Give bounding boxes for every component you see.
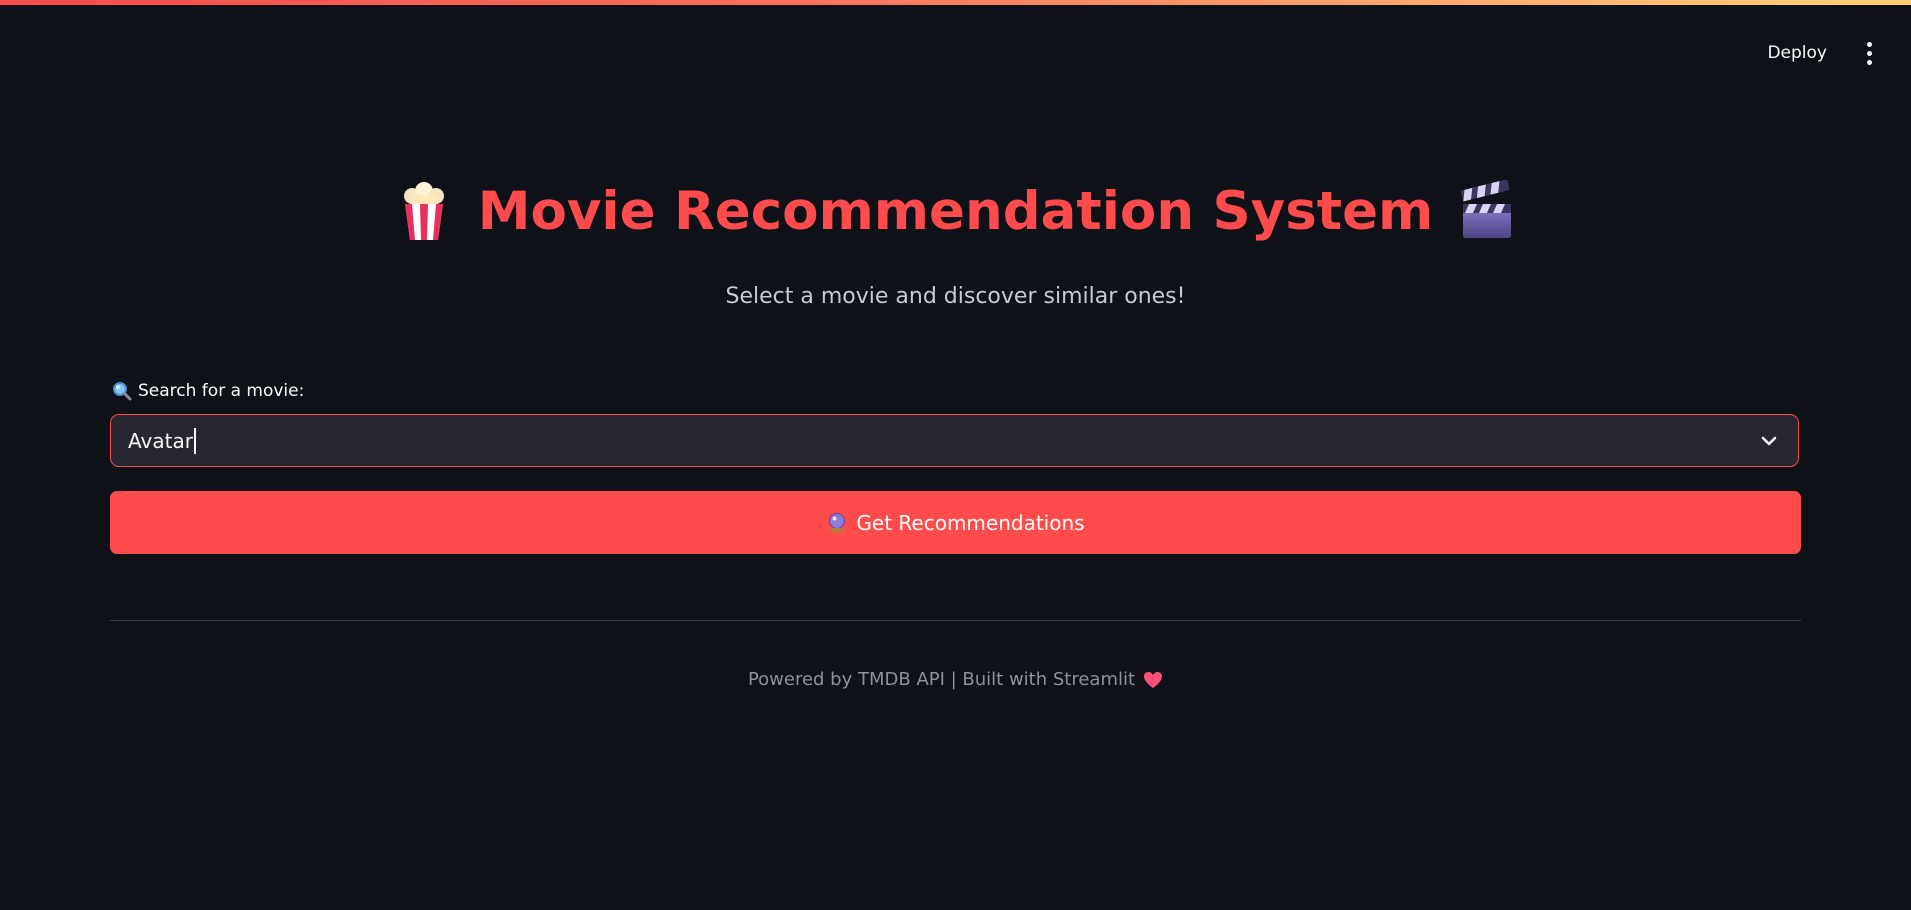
clapper-board-icon — [1461, 180, 1512, 238]
kebab-menu-icon[interactable] — [1857, 36, 1881, 70]
movie-select-value[interactable]: Avatar — [128, 429, 193, 453]
deploy-button[interactable]: Deploy — [1763, 37, 1831, 69]
search-label-text: Search for a movie: — [138, 381, 305, 401]
section-divider — [110, 620, 1801, 621]
footer: Powered by TMDB API | Built with Streaml… — [0, 669, 1911, 690]
popcorn-icon — [403, 182, 444, 240]
heart-icon — [1144, 671, 1163, 688]
page-subtitle: Select a movie and discover similar ones… — [725, 284, 1186, 309]
magnifying-glass-icon — [113, 382, 132, 401]
search-label: Search for a movie: — [112, 381, 304, 401]
footer-text: Powered by TMDB API | Built with Streaml… — [747, 669, 1136, 690]
top-decoration-stripe — [0, 0, 1911, 5]
get-recommendations-label: Get Recommendations — [856, 510, 1085, 535]
movie-select[interactable]: Avatar — [110, 414, 1799, 467]
chevron-down-icon[interactable] — [1758, 430, 1780, 452]
crystal-ball-icon — [829, 512, 846, 532]
get-recommendations-button[interactable]: Get Recommendations — [110, 491, 1801, 554]
app-page: Deploy Movie Recommendation System Selec… — [0, 0, 1911, 910]
toolbar: Deploy — [1763, 36, 1881, 70]
text-cursor — [193, 427, 196, 454]
page-title: Movie Recommendation System — [0, 180, 1911, 242]
title-text: Movie Recommendation System — [477, 180, 1434, 242]
